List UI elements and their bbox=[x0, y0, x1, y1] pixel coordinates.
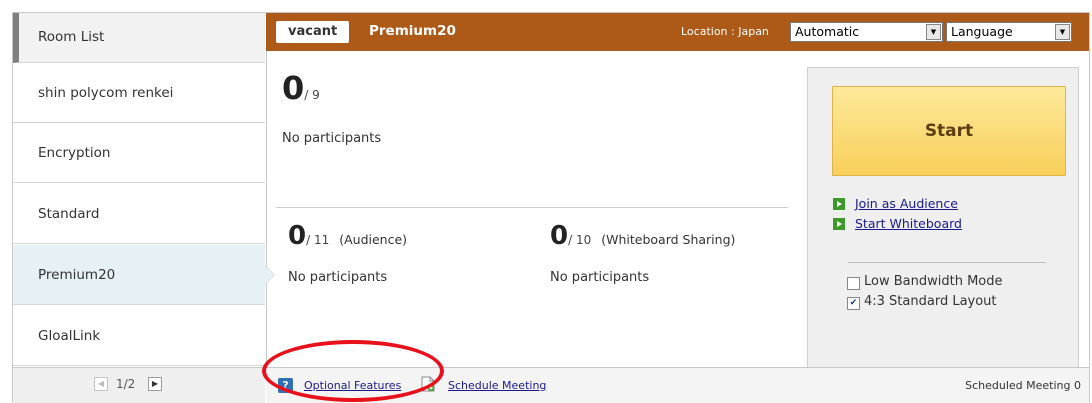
main-participant-count: 0/ 9 bbox=[282, 69, 320, 107]
low-bandwidth-label: Low Bandwidth Mode bbox=[864, 274, 1003, 289]
app-frame: Room List shin polycom renkei Encryption… bbox=[12, 12, 1090, 403]
start-whiteboard-label: Start Whiteboard bbox=[855, 216, 962, 231]
participant-max: / 9 bbox=[304, 88, 320, 102]
whiteboard-count: 0/ 10 (Whiteboard Sharing) bbox=[550, 221, 735, 251]
scheduled-meeting-count: Scheduled Meeting 0 bbox=[965, 379, 1081, 392]
room-footer: ? Optional Features Schedule Meeting Sch… bbox=[266, 367, 1089, 403]
play-icon bbox=[833, 198, 845, 210]
language-select[interactable]: Language ▼ bbox=[946, 22, 1072, 42]
calendar-add-icon[interactable] bbox=[421, 376, 435, 392]
standard-layout-checkbox[interactable]: ✔ bbox=[847, 297, 860, 310]
room-list-sidebar: Room List shin polycom renkei Encryption… bbox=[13, 13, 275, 403]
prev-page-icon[interactable]: ◀ bbox=[94, 377, 108, 391]
whiteboard-status: No participants bbox=[550, 270, 650, 285]
status-badge: vacant bbox=[276, 21, 350, 43]
chevron-down-icon[interactable]: ▼ bbox=[1055, 24, 1070, 40]
optional-features-link[interactable]: Optional Features bbox=[304, 379, 401, 392]
language-select-value: Language bbox=[951, 24, 1013, 39]
whiteboard-max: / 10 bbox=[568, 233, 592, 247]
low-bandwidth-option[interactable]: Low Bandwidth Mode bbox=[847, 274, 1003, 290]
join-audience-label: Join as Audience bbox=[855, 196, 958, 211]
sidebar-item-label: Premium20 bbox=[38, 267, 116, 283]
sidebar-item-premium20[interactable]: Premium20 bbox=[13, 245, 275, 305]
room-list-pager: ◀ 1/2 ▶ bbox=[13, 367, 265, 403]
sidebar-item-standard[interactable]: Standard bbox=[13, 184, 265, 244]
room-header: vacant Premium20 Location : Japan Automa… bbox=[266, 13, 1089, 51]
page-indicator: 1/2 bbox=[116, 377, 136, 391]
chevron-down-icon[interactable]: ▼ bbox=[926, 24, 941, 40]
location-select[interactable]: Automatic ▼ bbox=[790, 22, 943, 42]
whiteboard-label: (Whiteboard Sharing) bbox=[601, 232, 736, 247]
audience-status: No participants bbox=[288, 270, 388, 285]
whiteboard-count-value: 0 bbox=[550, 221, 569, 251]
panel-divider bbox=[848, 262, 1046, 263]
low-bandwidth-checkbox[interactable] bbox=[847, 277, 860, 290]
help-icon[interactable]: ? bbox=[278, 378, 293, 393]
play-icon bbox=[833, 218, 845, 230]
location-select-value: Automatic bbox=[795, 24, 860, 39]
start-button[interactable]: Start bbox=[832, 86, 1066, 176]
standard-layout-label: 4:3 Standard Layout bbox=[864, 294, 997, 309]
join-audience-link[interactable]: Join as Audience bbox=[833, 196, 958, 211]
schedule-meeting-link[interactable]: Schedule Meeting bbox=[448, 379, 546, 392]
divider bbox=[276, 207, 788, 208]
next-page-icon[interactable]: ▶ bbox=[148, 377, 162, 391]
action-panel: Start Join as Audience Start Whiteboard … bbox=[807, 67, 1079, 368]
room-title: Premium20 bbox=[369, 23, 456, 39]
location-label: Location : Japan bbox=[681, 25, 769, 38]
room-list-header: Room List bbox=[13, 13, 265, 63]
sidebar-item-gloallink[interactable]: GloalLink bbox=[13, 306, 265, 366]
start-whiteboard-link[interactable]: Start Whiteboard bbox=[833, 216, 962, 231]
participants-area: 0/ 9 No participants 0/ 11 (Audience) No … bbox=[266, 51, 803, 367]
audience-label: (Audience) bbox=[339, 232, 408, 247]
standard-layout-option[interactable]: ✔ 4:3 Standard Layout bbox=[847, 294, 997, 310]
audience-max: / 11 bbox=[306, 233, 330, 247]
audience-count-value: 0 bbox=[288, 221, 307, 251]
sidebar-item-encryption[interactable]: Encryption bbox=[13, 123, 265, 183]
participant-count: 0 bbox=[282, 69, 305, 107]
sidebar-item-shin-polycom-renkei[interactable]: shin polycom renkei bbox=[13, 63, 265, 123]
audience-count: 0/ 11 (Audience) bbox=[288, 221, 407, 251]
main-participants-status: No participants bbox=[282, 131, 382, 146]
